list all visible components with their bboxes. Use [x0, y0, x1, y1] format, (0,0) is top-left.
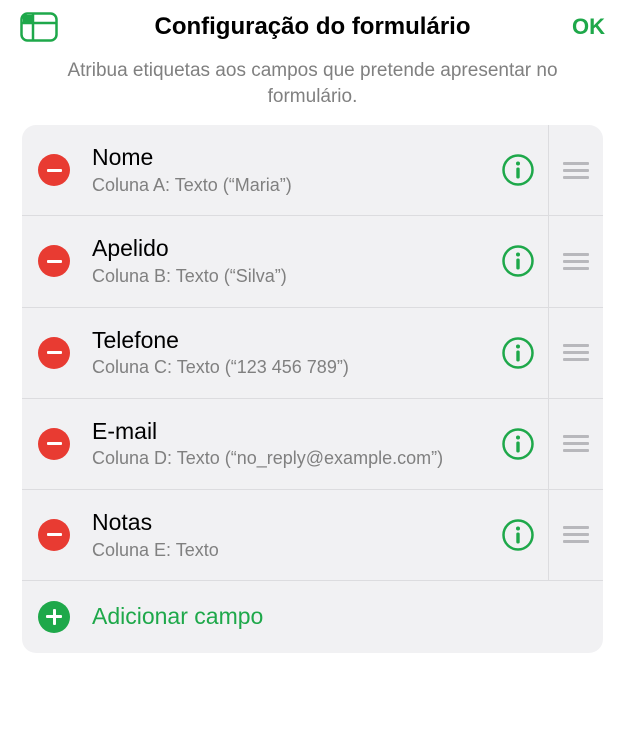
remove-field-button[interactable]: [38, 519, 70, 551]
drag-handle-icon[interactable]: [549, 435, 589, 452]
remove-field-button[interactable]: [38, 428, 70, 460]
field-list: Nome Coluna A: Texto (“Maria”) Apelido C…: [22, 125, 603, 653]
info-icon[interactable]: [502, 337, 534, 369]
field-subtitle: Coluna A: Texto (“Maria”): [92, 174, 492, 197]
field-title: Nome: [92, 143, 492, 172]
remove-field-button[interactable]: [38, 154, 70, 186]
page-title: Configuração do formulário: [70, 13, 555, 41]
add-icon[interactable]: [38, 601, 70, 633]
info-icon[interactable]: [502, 519, 534, 551]
field-content[interactable]: Telefone Coluna C: Texto (“123 456 789”): [70, 326, 502, 380]
field-row: E-mail Coluna D: Texto (“no_reply@exampl…: [22, 399, 603, 490]
field-title: Notas: [92, 508, 492, 537]
field-row: Nome Coluna A: Texto (“Maria”): [22, 125, 603, 216]
field-content[interactable]: Apelido Coluna B: Texto (“Silva”): [70, 234, 502, 288]
field-title: Telefone: [92, 326, 492, 355]
add-field-label[interactable]: Adicionar campo: [70, 603, 263, 630]
field-title: Apelido: [92, 234, 492, 263]
field-subtitle: Coluna D: Texto (“no_reply@example.com”): [92, 447, 492, 470]
info-icon[interactable]: [502, 154, 534, 186]
page-subtitle: Atribua etiquetas aos campos que pretend…: [0, 50, 625, 125]
drag-handle-icon[interactable]: [549, 253, 589, 270]
ok-button[interactable]: OK: [572, 14, 605, 39]
field-content[interactable]: Nome Coluna A: Texto (“Maria”): [70, 143, 502, 197]
field-subtitle: Coluna E: Texto: [92, 539, 492, 562]
info-icon[interactable]: [502, 245, 534, 277]
field-subtitle: Coluna B: Texto (“Silva”): [92, 265, 492, 288]
info-icon[interactable]: [502, 428, 534, 460]
field-title: E-mail: [92, 417, 492, 446]
add-field-row[interactable]: Adicionar campo: [22, 581, 603, 653]
table-icon[interactable]: [20, 12, 58, 42]
field-subtitle: Coluna C: Texto (“123 456 789”): [92, 356, 492, 379]
remove-field-button[interactable]: [38, 337, 70, 369]
drag-handle-icon[interactable]: [549, 526, 589, 543]
field-row: Apelido Coluna B: Texto (“Silva”): [22, 216, 603, 307]
drag-handle-icon[interactable]: [549, 162, 589, 179]
field-row: Notas Coluna E: Texto: [22, 490, 603, 581]
field-content[interactable]: E-mail Coluna D: Texto (“no_reply@exampl…: [70, 417, 502, 471]
drag-handle-icon[interactable]: [549, 344, 589, 361]
field-content[interactable]: Notas Coluna E: Texto: [70, 508, 502, 562]
field-row: Telefone Coluna C: Texto (“123 456 789”): [22, 308, 603, 399]
remove-field-button[interactable]: [38, 245, 70, 277]
header-bar: Configuração do formulário OK: [0, 0, 625, 50]
